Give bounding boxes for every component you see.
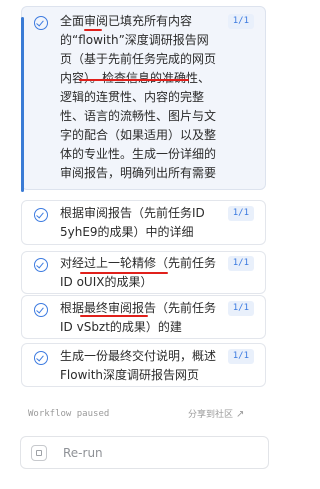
arrow-up-right-icon: ↗: [236, 409, 245, 420]
annotation-underline: [84, 29, 102, 31]
task-description: 根据最终审阅报告（先前任务ID vSbzt的成果）的建议，…: [60, 301, 216, 334]
check-circle-icon: [34, 351, 48, 365]
task-description: 生成一份最终交付说明，概述Flowith深度调研报告网页的…: [60, 349, 216, 382]
active-accent-bar: [21, 17, 24, 192]
copy-icon: [31, 445, 47, 461]
task-count-badge: 1/1: [227, 206, 254, 221]
rerun-label: Re-run: [63, 446, 103, 460]
check-circle-icon: [34, 16, 48, 30]
annotation-underline: [80, 272, 168, 274]
check-circle-icon: [34, 258, 48, 272]
task-count-badge: 1/1: [227, 256, 254, 271]
task-card-2[interactable]: 根据审阅报告（先前任务ID 5yhE9的成果）中的详细建… 1/1: [21, 200, 266, 245]
workflow-status: Workflow paused: [28, 409, 110, 419]
task-count-badge: 1/1: [227, 301, 254, 316]
annotation-underline: [79, 79, 189, 81]
task-description: 全面审阅已填充所有内容的“flowith”深度调研报告网页（基于先前任务完成的网…: [60, 14, 216, 180]
annotation-underline: [80, 315, 148, 317]
task-count-badge: 1/1: [227, 14, 254, 29]
task-card-3[interactable]: 对经过上一轮精修（先前任务ID oUIX的成果）的“flowith”深… 1/1: [21, 251, 266, 294]
task-card-1[interactable]: 全面审阅已填充所有内容的“flowith”深度调研报告网页（基于先前任务完成的网…: [21, 6, 266, 192]
share-to-community-link[interactable]: 分享到社区 ↗: [188, 407, 244, 420]
share-label: 分享到社区: [188, 410, 234, 420]
task-card-4[interactable]: 根据最终审阅报告（先前任务ID vSbzt的成果）的建议，… 1/1: [21, 295, 266, 339]
check-circle-icon: [34, 208, 48, 222]
task-count-badge: 1/1: [227, 349, 254, 364]
rerun-button[interactable]: Re-run: [20, 436, 269, 469]
task-card-5[interactable]: 生成一份最终交付说明，概述Flowith深度调研报告网页的… 1/1: [21, 343, 266, 387]
task-description: 根据审阅报告（先前任务ID 5yhE9的成果）中的详细建…: [60, 206, 205, 239]
check-circle-icon: [34, 303, 48, 317]
